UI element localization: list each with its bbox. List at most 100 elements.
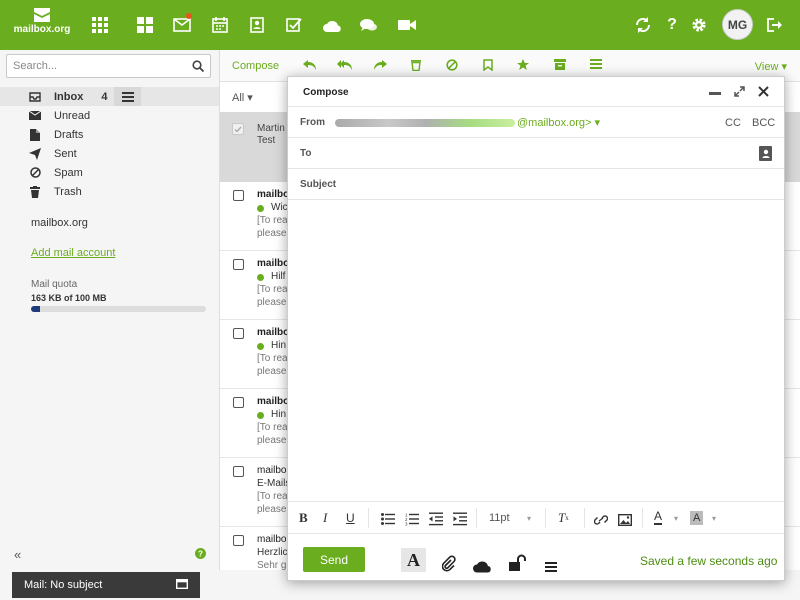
spam-icon[interactable] — [446, 59, 458, 71]
mail-from: mailbo — [257, 534, 287, 545]
restore-window-icon[interactable] — [176, 579, 188, 589]
folder-inbox[interactable]: Inbox 4 — [0, 87, 219, 106]
close-icon[interactable] — [758, 86, 769, 97]
account-name[interactable]: mailbox.org — [31, 217, 88, 229]
font-size-dropdown[interactable]: 11pt — [489, 509, 510, 527]
search-input[interactable]: Search... — [6, 54, 211, 78]
minimized-compose-tab[interactable]: Mail: No subject — [12, 572, 200, 598]
attachment-icon[interactable] — [442, 552, 456, 576]
calendar-icon[interactable] — [207, 12, 233, 38]
trash-icon — [29, 185, 41, 198]
folder-unread[interactable]: Unread — [0, 106, 219, 125]
chevron-down-icon[interactable]: ▾ — [712, 509, 716, 527]
to-field[interactable]: To — [288, 138, 784, 169]
bookmark-icon[interactable] — [483, 59, 493, 71]
from-address-dropdown[interactable]: @mailbox.org> ▾ — [517, 116, 600, 129]
settings-icon[interactable] — [686, 12, 712, 38]
unread-dot — [257, 412, 264, 419]
cloud-attach-icon[interactable] — [472, 554, 492, 578]
chevron-down-icon[interactable]: ▾ — [674, 509, 678, 527]
address-book-icon[interactable] — [759, 146, 772, 161]
text-format-icon[interactable]: A — [401, 548, 426, 572]
portal-icon[interactable] — [132, 12, 158, 38]
star-icon[interactable] — [517, 59, 529, 71]
apps-grid-icon[interactable] — [87, 12, 113, 38]
bold-icon[interactable]: B — [299, 509, 308, 527]
address-book-icon[interactable] — [244, 12, 270, 38]
highlight-color-icon[interactable]: A — [690, 511, 704, 525]
folder-trash[interactable]: Trash — [0, 182, 219, 201]
reply-all-icon[interactable] — [337, 59, 352, 71]
drive-cloud-icon[interactable] — [319, 12, 345, 38]
mail-checkbox[interactable] — [233, 535, 244, 546]
link-icon[interactable] — [594, 511, 608, 529]
delete-icon[interactable] — [411, 59, 421, 71]
mail-subject: Herzlic — [257, 547, 288, 558]
outdent-icon[interactable] — [429, 510, 443, 528]
paper-plane-icon — [29, 147, 41, 160]
italic-icon[interactable]: I — [323, 509, 327, 527]
folder-label: Unread — [54, 109, 91, 122]
send-button[interactable]: Send — [303, 547, 365, 572]
expand-icon[interactable] — [734, 86, 745, 97]
mail-checkbox[interactable] — [233, 466, 244, 477]
minimize-icon[interactable] — [709, 92, 721, 95]
chat-icon[interactable] — [356, 12, 382, 38]
cc-button[interactable]: CC — [725, 117, 741, 129]
mail-icon[interactable] — [169, 12, 195, 38]
select-all-checkbox[interactable] — [232, 123, 244, 135]
bullet-list-icon[interactable] — [381, 510, 395, 528]
add-mail-account-link[interactable]: Add mail account — [31, 247, 115, 259]
inbox-icon — [29, 91, 41, 102]
logout-icon[interactable] — [762, 12, 788, 38]
folder-drafts[interactable]: Drafts — [0, 125, 219, 144]
mail-checkbox[interactable] — [233, 397, 244, 408]
tasks-icon[interactable] — [281, 12, 307, 38]
help-circle-icon[interactable]: ? — [195, 548, 206, 559]
unread-dot — [257, 205, 264, 212]
clear-format-icon[interactable]: Tx — [558, 509, 569, 527]
folder-spam[interactable]: Spam — [0, 163, 219, 182]
toolbar-divider — [584, 508, 585, 528]
mail-quota-label: Mail quota — [31, 279, 78, 290]
mail-checkbox[interactable] — [233, 259, 244, 270]
collapse-sidebar-icon[interactable]: « — [14, 547, 21, 562]
options-menu-icon[interactable] — [545, 555, 557, 579]
mail-checkbox[interactable] — [233, 328, 244, 339]
refresh-icon[interactable] — [630, 12, 656, 38]
avatar[interactable]: MG — [722, 9, 753, 40]
mail-preview: please — [257, 228, 287, 239]
filter-all-dropdown[interactable]: All ▾ — [232, 91, 253, 104]
reply-icon[interactable] — [303, 59, 316, 71]
subject-label: Subject — [300, 179, 337, 190]
mail-checkbox[interactable] — [233, 190, 244, 201]
mail-subject: Hin — [271, 340, 287, 351]
message-body-editor[interactable] — [288, 201, 784, 501]
folder-menu-icon[interactable] — [114, 87, 141, 106]
help-icon[interactable]: ? — [659, 12, 685, 38]
svg-text:?: ? — [198, 550, 203, 559]
underline-icon[interactable]: U — [346, 509, 355, 527]
folder-sent[interactable]: Sent — [0, 144, 219, 163]
from-field[interactable]: From @mailbox.org> ▾ CC BCC — [288, 107, 784, 138]
numbered-list-icon[interactable]: 123 — [405, 510, 419, 528]
view-dropdown[interactable]: View ▾ — [755, 60, 787, 73]
forward-icon[interactable] — [374, 59, 387, 71]
mail-from: mailbo — [257, 258, 290, 269]
security-lock-icon[interactable] — [509, 551, 527, 575]
font-size-value: 11pt — [489, 512, 510, 524]
image-icon[interactable] — [618, 511, 632, 529]
subject-field[interactable]: Subject — [288, 169, 784, 200]
bcc-button[interactable]: BCC — [752, 117, 775, 129]
text-color-icon[interactable]: A — [654, 509, 663, 525]
search-icon[interactable] — [192, 60, 204, 72]
chevron-down-icon[interactable]: ▾ — [527, 509, 531, 527]
mailbox-logo[interactable]: mailbox.org — [12, 8, 72, 42]
video-icon[interactable] — [394, 12, 420, 38]
archive-icon[interactable] — [554, 59, 566, 70]
indent-icon[interactable] — [453, 510, 467, 528]
more-menu-icon[interactable] — [590, 59, 602, 69]
compose-button[interactable]: Compose — [232, 60, 279, 72]
selected-mail-sender: Martin Test — [257, 123, 285, 147]
view-label: View — [754, 61, 779, 73]
